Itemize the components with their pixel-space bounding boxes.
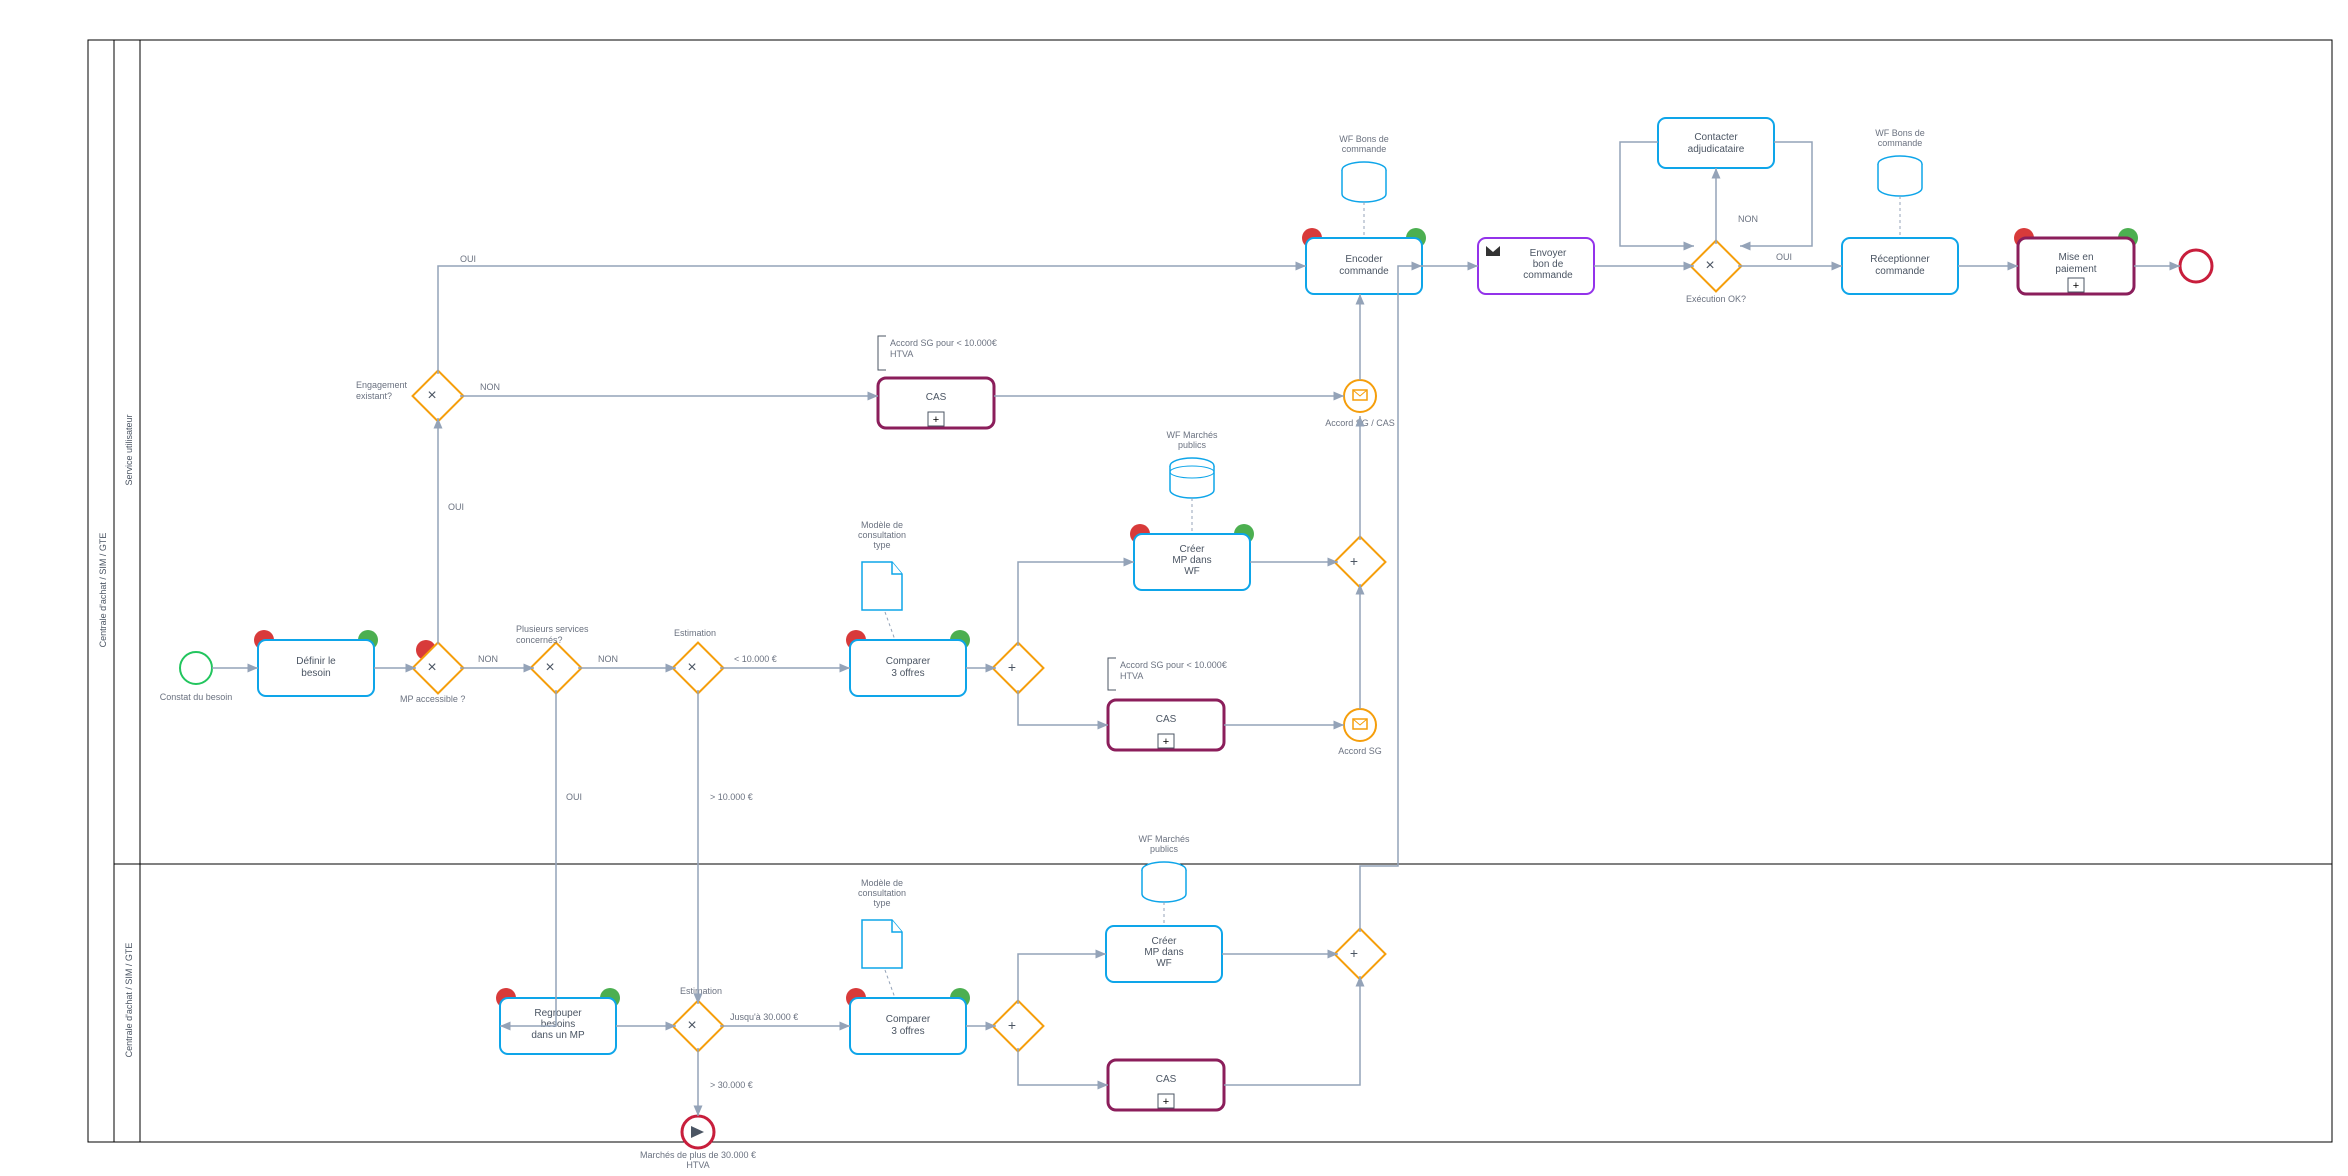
svg-text:+: + [1350,553,1358,569]
bpmn-diagram: Centrale d'achat / SIM / GTE Service uti… [0,0,2348,1176]
svg-text:×: × [427,387,436,404]
svg-text:WF Marchéspublics: WF Marchéspublics [1166,430,1218,450]
svg-text:NON: NON [598,654,618,664]
svg-text:MP accessible ?: MP accessible ? [400,694,465,704]
svg-text:Modèle deconsultationtype: Modèle deconsultationtype [858,878,906,908]
svg-text:NON: NON [480,382,500,392]
svg-text:CAS: CAS [926,392,947,403]
svg-text:NON: NON [1738,214,1758,224]
svg-text:+: + [1008,659,1016,675]
svg-text:CAS: CAS [1156,1074,1177,1085]
svg-text:×: × [1705,257,1714,274]
svg-text:Estimation: Estimation [680,986,722,996]
svg-text:+: + [1163,1096,1169,1108]
svg-text:×: × [427,659,436,676]
svg-text:Marchés de plus de 30.000 €HTV: Marchés de plus de 30.000 €HTVA [640,1150,756,1170]
svg-text:WF Marchéspublics: WF Marchéspublics [1138,834,1190,854]
gw-estimation2[interactable] [673,1001,724,1052]
svg-text:OUI: OUI [448,502,464,512]
gw-merge2[interactable] [1335,929,1386,980]
gw-engagement[interactable] [413,371,464,422]
svg-text:Estimation: Estimation [674,628,716,638]
svg-text:Accord SG pour < 10.000€HTVA: Accord SG pour < 10.000€HTVA [890,338,997,359]
lane2-label: Centrale d'achat / SIM / GTE [124,943,134,1058]
svg-text:+: + [1350,945,1358,961]
svg-text:Jusqu'à 30.000 €: Jusqu'à 30.000 € [730,1012,798,1022]
svg-text:< 10.000 €: < 10.000 € [734,654,777,664]
gw-estimation1[interactable] [673,643,724,694]
svg-text:Modèle deconsultationtype: Modèle deconsultationtype [858,520,906,550]
gw-exec[interactable] [1691,241,1742,292]
svg-text:> 10.000 €: > 10.000 € [710,792,753,802]
svg-text:Plusieurs servicesconcernés?: Plusieurs servicesconcernés? [516,624,589,645]
svg-text:Mise enpaiement: Mise enpaiement [2055,252,2096,275]
task-contact[interactable] [1658,118,1774,168]
svg-text:Accord SG pour < 10.000€HTVA: Accord SG pour < 10.000€HTVA [1120,660,1227,681]
svg-text:OUI: OUI [1776,252,1792,262]
start-label: Constat du besoin [160,692,233,702]
svg-text:OUI: OUI [566,792,582,802]
svg-text:Engagementexistant?: Engagementexistant? [356,380,408,401]
svg-text:NON: NON [478,654,498,664]
svg-text:Comparer3 offres: Comparer3 offres [886,656,931,679]
pool-label: Centrale d'achat / SIM / GTE [98,533,108,648]
svg-text:CAS: CAS [1156,714,1177,725]
svg-text:WF Bons decommande: WF Bons decommande [1339,134,1389,154]
svg-text:Comparer3 offres: Comparer3 offres [886,1014,931,1037]
gw-split2[interactable] [993,1001,1044,1052]
svg-text:×: × [687,1017,696,1034]
end-event[interactable] [2180,250,2212,282]
gw-merge1[interactable] [1335,537,1386,588]
gw-split1[interactable] [993,643,1044,694]
svg-text:OUI: OUI [460,254,476,264]
svg-text:+: + [1008,1017,1016,1033]
svg-text:+: + [2073,280,2079,292]
start-event[interactable] [180,652,212,684]
svg-text:Réceptionnercommande: Réceptionnercommande [1870,254,1930,277]
lane1-label: Service utilisateur [124,414,134,485]
svg-text:+: + [1163,736,1169,748]
svg-text:Encodercommande: Encodercommande [1339,254,1389,277]
svg-text:> 30.000 €: > 30.000 € [710,1080,753,1090]
svg-text:×: × [687,659,696,676]
svg-text:Contacteradjudicataire: Contacteradjudicataire [1688,132,1745,155]
svg-text:WF Bons decommande: WF Bons decommande [1875,128,1925,148]
svg-text:+: + [933,414,939,426]
gw-services[interactable] [531,643,582,694]
svg-text:Exécution OK?: Exécution OK? [1686,294,1746,304]
svg-text:×: × [545,659,554,676]
svg-text:Définir lebesoin: Définir lebesoin [296,656,336,679]
svg-text:Accord SG: Accord SG [1338,746,1382,756]
